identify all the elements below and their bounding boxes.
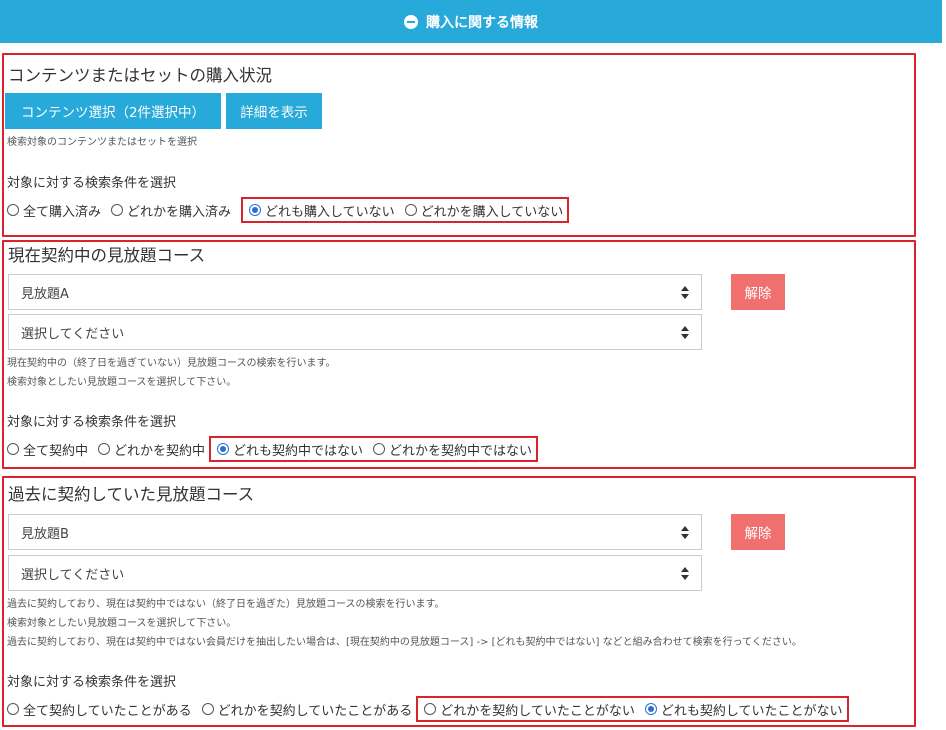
condition-label: 対象に対する検索条件を選択 [7, 176, 177, 191]
radio-any-not-purchased[interactable]: どれかを購入していない [404, 201, 563, 220]
past-subscription-section: 過去に契約していた見放題コース 見放題B 解除 選択してください 過去に契約して… [2, 476, 916, 727]
radio-any-subscribed[interactable]: どれかを契約中 [98, 440, 205, 459]
radio-any-never-subscribed[interactable]: どれかを契約していたことがない [424, 700, 635, 719]
current-subscription-section: 現在契約中の見放題コース 見放題A 解除 選択してください 現在契約中の（終了日… [2, 240, 916, 469]
purchase-condition-radio-group: 全て購入済み どれかを購入済み どれも購入していない どれかを購入していない [7, 197, 570, 223]
course-select-2[interactable]: 選択してください [8, 314, 702, 350]
select-value: 選択してください [21, 567, 125, 583]
select-caret-icon [681, 286, 689, 299]
radio-button[interactable] [373, 443, 386, 455]
help-text: 過去に契約しており、現在は契約中ではない会員だけを抽出したい場合は、[現在契約中… [7, 637, 802, 648]
radio-button[interactable] [404, 204, 417, 216]
radio-none-ever-subscribed[interactable]: どれも契約していたことがない [644, 700, 843, 719]
radio-button[interactable] [201, 703, 214, 715]
radio-all-past-subscribed[interactable]: 全て契約していたことがある [7, 700, 192, 719]
radio-none-purchased[interactable]: どれも購入していない [249, 201, 395, 220]
content-purchase-section: コンテンツまたはセットの購入状況 コンテンツ選択（2件選択中） 詳細を表示 検索… [2, 53, 916, 237]
help-text: 検索対象としたい見放題コースを選択して下さい。 [7, 618, 237, 629]
radio-button[interactable] [7, 204, 19, 216]
select-caret-icon [681, 326, 689, 339]
section-title: コンテンツまたはセットの購入状況 [8, 66, 272, 85]
highlight-box: どれも購入していない どれかを購入していない [241, 197, 570, 223]
radio-button[interactable] [98, 443, 111, 455]
radio-button[interactable] [111, 204, 124, 216]
select-caret-icon [681, 526, 689, 539]
help-text: 現在契約中の（終了日を過ぎていない）見放題コースの検索を行います。 [7, 358, 336, 369]
help-text: 検索対象としたい見放題コースを選択して下さい。 [7, 377, 237, 388]
highlight-box: どれかを契約していたことがない どれも契約していたことがない [416, 696, 849, 722]
clear-button[interactable]: 解除 [731, 514, 785, 550]
select-value: 見放題B [21, 526, 69, 542]
radio-any-purchased[interactable]: どれかを購入済み [111, 201, 231, 220]
section-title: 過去に契約していた見放題コース [8, 485, 255, 504]
course-select-1[interactable]: 見放題B [8, 514, 702, 550]
radio-button[interactable] [7, 703, 19, 715]
course-select-1[interactable]: 見放題A [8, 274, 702, 310]
content-select-button[interactable]: コンテンツ選択（2件選択中） [5, 93, 221, 129]
show-details-button[interactable]: 詳細を表示 [226, 93, 322, 129]
course-select-2[interactable]: 選択してください [8, 555, 702, 591]
radio-all-subscribed[interactable]: 全て契約中 [7, 440, 88, 459]
radio-any-not-subscribed[interactable]: どれかを契約中ではない [373, 440, 532, 459]
radio-none-subscribed[interactable]: どれも契約中ではない [217, 440, 363, 459]
radio-button[interactable] [424, 703, 437, 715]
clear-button[interactable]: 解除 [731, 274, 785, 310]
select-caret-icon [681, 567, 689, 580]
select-value: 見放題A [21, 286, 69, 302]
purchase-info-header[interactable]: 購入に関する情報 [0, 0, 942, 43]
past-subscription-condition-radio-group: 全て契約していたことがある どれかを契約していたことがある どれかを契約していた… [7, 696, 849, 722]
section-title: 現在契約中の見放題コース [8, 246, 206, 265]
radio-all-purchased[interactable]: 全て購入済み [7, 201, 101, 220]
help-text: 過去に契約しており、現在は契約中ではない（終了日を過ぎた）見放題コースの検索を行… [7, 599, 445, 610]
radio-button[interactable] [644, 703, 657, 715]
radio-button[interactable] [217, 443, 230, 455]
purchase-info-header-title: 購入に関する情報 [426, 14, 538, 31]
radio-button[interactable] [7, 443, 19, 455]
subscription-condition-radio-group: 全て契約中 どれかを契約中 どれも契約中ではない どれかを契約中ではない [7, 436, 539, 462]
condition-label: 対象に対する検索条件を選択 [7, 675, 177, 690]
minus-circle-icon [404, 14, 418, 29]
condition-label: 対象に対する検索条件を選択 [7, 415, 177, 430]
select-value: 選択してください [21, 326, 125, 342]
radio-any-past-subscribed[interactable]: どれかを契約していたことがある [201, 700, 412, 719]
help-text: 検索対象のコンテンツまたはセットを選択 [7, 137, 197, 148]
radio-button[interactable] [249, 204, 262, 216]
highlight-box: どれも契約中ではない どれかを契約中ではない [209, 436, 539, 462]
